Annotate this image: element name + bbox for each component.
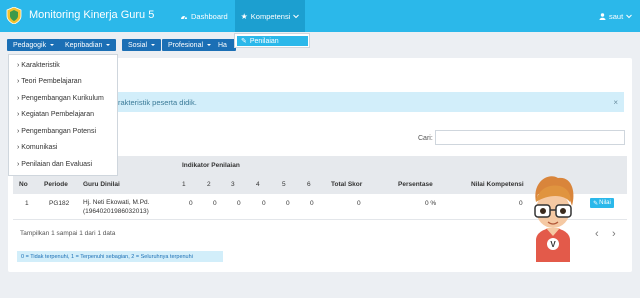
tab-sosial[interactable]: Sosial	[122, 39, 162, 51]
mascot-illustration: V	[534, 176, 574, 262]
top-navbar: Monitoring Kinerja Guru 5 Dashboard ★ Ko…	[0, 0, 640, 32]
col-indikator-5: 5	[282, 181, 286, 188]
cell-indikator-6: 0	[310, 200, 314, 207]
nav-kompetensi[interactable]: ★ Kompetensi	[235, 0, 305, 32]
indicator-group-header: Indikator Penilaian	[182, 162, 240, 169]
menu-item-karakteristik[interactable]: › Karakteristik	[9, 57, 117, 74]
score-legend: 0 = Tidak terpenuhi, 1 = Terpenuhi sebag…	[17, 251, 223, 262]
user-icon	[599, 12, 606, 20]
menu-item-penilaian[interactable]: ✎ Penilaian	[237, 36, 308, 46]
app-title[interactable]: Monitoring Kinerja Guru 5	[29, 9, 154, 21]
col-indikator-3: 3	[231, 181, 235, 188]
search-input[interactable]	[435, 130, 625, 145]
menu-item-label: Komunikasi	[21, 144, 58, 152]
chevron-down-icon	[293, 14, 300, 18]
cell-indikator-4: 0	[262, 200, 266, 207]
nilai-button-label: Nilai	[599, 200, 611, 206]
cell-indikator-2: 0	[213, 200, 217, 207]
col-persentase[interactable]: Persentase	[398, 181, 433, 188]
tab-kepribadian[interactable]: Kepribadian	[59, 39, 117, 51]
pedagogik-dropdown: › Karakteristik › Teori Pembelajaran › P…	[8, 54, 118, 176]
col-total-skor[interactable]: Total Skor	[331, 181, 362, 188]
star-icon: ★	[240, 11, 248, 21]
cell-nilai-kompetensi: 0	[519, 200, 523, 207]
menu-item-komunikasi[interactable]: › Komunikasi	[9, 140, 117, 157]
close-icon[interactable]: ×	[613, 98, 618, 107]
pager-next-icon[interactable]: ›	[612, 228, 616, 240]
cell-indikator-5: 0	[286, 200, 290, 207]
col-no[interactable]: No	[19, 181, 28, 188]
tab-pedagogik-label: Pedagogik	[13, 41, 47, 49]
menu-item-pengembangan-potensi[interactable]: › Pengembangan Potensi	[9, 123, 117, 140]
nav-user-label: saut	[609, 11, 624, 21]
cell-no: 1	[25, 200, 29, 207]
tab-kepribadian-label: Kepribadian	[65, 41, 103, 49]
dashboard-icon	[181, 15, 187, 19]
menu-item-pengembangan-kurikulum[interactable]: › Pengembangan Kurikulum	[9, 90, 117, 107]
col-indikator-4: 4	[256, 181, 260, 188]
cell-guru-nip: (19640201986032013)	[83, 208, 149, 215]
tab-ha-label: Ha	[218, 41, 227, 49]
nav-kompetensi-label: Kompetensi	[250, 11, 291, 21]
menu-item-label: Teori Pembelajaran	[21, 78, 82, 86]
cell-indikator-1: 0	[189, 200, 193, 207]
menu-item-label: Karakteristik	[21, 61, 60, 69]
cell-indikator-3: 0	[237, 200, 241, 207]
table-info: Tampilkan 1 sampai 1 dari 1 data	[20, 230, 116, 237]
menu-item-label: Kegiatan Pembelajaran	[21, 111, 95, 119]
menu-item-label: Pengembangan Potensi	[21, 127, 97, 135]
tab-pedagogik[interactable]: Pedagogik	[7, 39, 61, 51]
tab-sosial-label: Sosial	[128, 41, 148, 49]
pager-prev-icon[interactable]: ‹	[595, 228, 599, 240]
search-label: Cari:	[418, 135, 433, 142]
cell-periode: PG182	[49, 200, 70, 207]
nav-user-menu[interactable]: saut	[599, 0, 633, 32]
cell-guru-name: Hj. Neti Ekowati, M.Pd.	[83, 199, 150, 206]
menu-item-teori-pembelajaran[interactable]: › Teori Pembelajaran	[9, 74, 117, 91]
nav-dashboard[interactable]: Dashboard	[180, 0, 228, 32]
mascot-badge-text: V	[550, 240, 556, 249]
col-indikator-6: 6	[307, 181, 311, 188]
alert-text: rakteristik peserta didik.	[118, 97, 197, 107]
menu-item-label: Pengembangan Kurikulum	[21, 94, 104, 102]
kompetensi-dropdown: ✎ Penilaian	[234, 33, 310, 48]
chevron-down-icon	[626, 14, 633, 18]
caret-down-icon	[50, 44, 55, 46]
menu-item-penilaian-dan-evaluasi[interactable]: › Penilaian dan Evaluasi	[9, 156, 117, 173]
logo-icon	[6, 7, 22, 24]
caret-down-icon	[106, 44, 111, 46]
tab-profesional-label: Profesional	[168, 41, 204, 49]
edit-icon: ✎	[241, 38, 247, 45]
info-alert: rakteristik peserta didik. ×	[118, 92, 624, 112]
col-indikator-1: 1	[182, 181, 186, 188]
nilai-button[interactable]: ✎ Nilai	[590, 198, 614, 208]
col-nilai-kompetensi[interactable]: Nilai Kompetensi	[471, 181, 524, 188]
cell-persentase: 0 %	[425, 200, 437, 207]
tab-ha[interactable]: Ha	[212, 39, 236, 51]
col-guru[interactable]: Guru Dinilai	[83, 181, 120, 188]
col-indikator-2: 2	[207, 181, 211, 188]
menu-item-kegiatan-pembelajaran[interactable]: › Kegiatan Pembelajaran	[9, 107, 117, 124]
tab-profesional[interactable]: Profesional	[162, 39, 218, 51]
cell-total-skor: 0	[357, 200, 361, 207]
edit-icon: ✎	[593, 200, 599, 207]
menu-item-penilaian-label: Penilaian	[249, 37, 279, 45]
col-periode[interactable]: Periode	[44, 181, 68, 188]
menu-item-label: Penilaian dan Evaluasi	[21, 160, 93, 168]
caret-down-icon	[207, 44, 212, 46]
nav-dashboard-label: Dashboard	[191, 11, 228, 21]
score-legend-text: 0 = Tidak terpenuhi, 1 = Terpenuhi sebag…	[21, 253, 193, 260]
caret-down-icon	[151, 44, 156, 46]
